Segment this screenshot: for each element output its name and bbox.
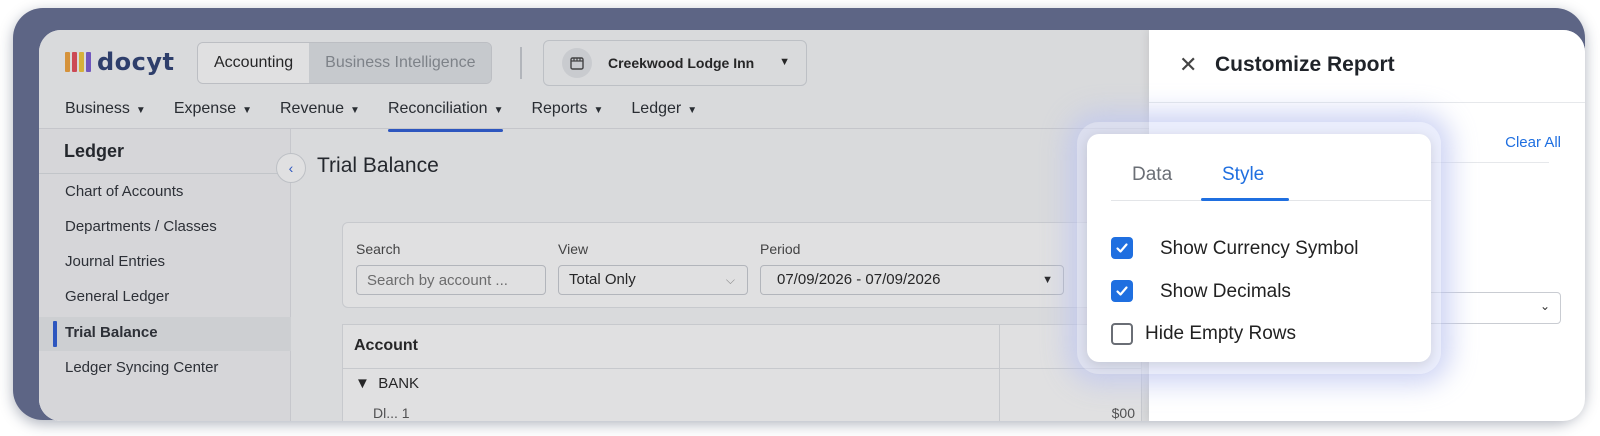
tab-business-intelligence[interactable]: Business Intelligence (309, 43, 492, 83)
check-icon (1116, 243, 1128, 253)
close-icon[interactable]: ✕ (1179, 53, 1197, 78)
caret-down-icon: ▼ (355, 375, 370, 392)
nav-business-label: Business (65, 100, 130, 117)
sidebar: Ledger Chart of Accounts Departments / C… (39, 129, 291, 421)
sidebar-item-departments-classes[interactable]: Departments / Classes (65, 218, 217, 235)
business-selector[interactable]: Creekwood Lodge Inn ▼ (543, 40, 807, 86)
hide-empty-rows-checkbox[interactable] (1111, 323, 1133, 345)
search-label: Search (356, 241, 401, 257)
nav-expense[interactable]: Expense ▼ (160, 96, 266, 128)
sidebar-active-indicator (53, 321, 57, 347)
sidebar-item-general-ledger[interactable]: General Ledger (65, 288, 169, 305)
check-icon (1116, 286, 1128, 296)
period-value: 07/09/2026 - 07/09/2026 (777, 271, 941, 288)
table-header: Account (343, 325, 1141, 369)
table-row-label: Dl... 1 (373, 405, 410, 421)
nav-reports[interactable]: Reports ▼ (517, 96, 617, 128)
logo-mark-icon (65, 52, 91, 72)
group-label: BANK (378, 375, 420, 392)
show-currency-symbol-checkbox[interactable] (1111, 237, 1133, 259)
column-header-account: Account (354, 337, 418, 354)
page-title: Trial Balance (317, 154, 439, 177)
column-divider (999, 325, 1000, 421)
header-divider (520, 47, 522, 79)
period-picker[interactable]: 07/09/2026 - 07/09/2026 ▼ (760, 265, 1064, 295)
chevron-down-icon: ▼ (779, 56, 790, 68)
logo-text: docyt (97, 48, 175, 76)
tab-accounting[interactable]: Accounting (198, 43, 310, 83)
drawer-divider (1149, 102, 1585, 103)
store-icon (562, 48, 592, 78)
view-select-value: Total Only (569, 271, 636, 288)
sidebar-item-ledger-syncing-center[interactable]: Ledger Syncing Center (65, 359, 218, 376)
main-nav: Business ▼ Expense ▼ Revenue ▼ Reconciliati… (51, 96, 711, 132)
table-group-row[interactable]: ▼ BANK (355, 375, 419, 392)
view-label: View (558, 241, 589, 257)
sidebar-divider (39, 173, 291, 174)
device-frame: docyt Accounting Business Intelligence C… (13, 8, 1585, 421)
caret-down-icon: ▼ (593, 105, 604, 116)
trial-balance-table: Account ▼ BANK Dl... 1 $00 (342, 324, 1142, 421)
app-screen: docyt Accounting Business Intelligence C… (39, 30, 1585, 421)
nav-business[interactable]: Business ▼ (51, 96, 160, 128)
show-decimals-label: Show Decimals (1160, 281, 1291, 302)
sidebar-item-chart-of-accounts[interactable]: Chart of Accounts (65, 183, 183, 200)
filter-card: Search View Total Only ⌵ Period 07/09/202… (342, 222, 1142, 308)
nav-reports-label: Reports (531, 100, 588, 117)
logo[interactable]: docyt (65, 48, 175, 76)
style-options-popover: Data Style Show Currency Symbol Show Dec… (1087, 134, 1431, 362)
caret-down-icon: ▼ (493, 105, 504, 116)
search-input[interactable] (356, 265, 546, 295)
sidebar-title: Ledger (64, 141, 125, 161)
view-select[interactable]: Total Only ⌵ (558, 265, 748, 295)
period-label: Period (760, 241, 801, 257)
active-tab-indicator (1201, 198, 1289, 201)
caret-down-icon: ▼ (135, 105, 146, 116)
nav-reconciliation-label: Reconciliation (387, 100, 488, 117)
nav-revenue-label: Revenue (280, 100, 345, 117)
caret-down-icon: ▼ (1042, 274, 1053, 286)
mode-switcher: Accounting Business Intelligence (197, 42, 493, 84)
business-name: Creekwood Lodge Inn (608, 55, 755, 71)
caret-down-icon: ▼ (687, 105, 698, 116)
nav-expense-label: Expense (173, 100, 237, 117)
collapse-sidebar-button[interactable]: ‹ (276, 153, 306, 183)
drawer-title: Customize Report (1215, 53, 1395, 76)
nav-ledger[interactable]: Ledger ▼ (617, 96, 711, 128)
sidebar-item-trial-balance[interactable]: Trial Balance (65, 324, 158, 341)
sidebar-item-journal-entries[interactable]: Journal Entries (65, 253, 165, 270)
show-decimals-checkbox[interactable] (1111, 280, 1133, 302)
tab-data[interactable]: Data (1132, 164, 1172, 186)
show-currency-symbol-label: Show Currency Symbol (1160, 238, 1359, 259)
nav-reconciliation[interactable]: Reconciliation ▼ (374, 96, 518, 132)
chevron-left-icon: ‹ (288, 160, 294, 176)
nav-ledger-label: Ledger (631, 100, 682, 117)
nav-revenue[interactable]: Revenue ▼ (266, 96, 374, 128)
clear-all-button[interactable]: Clear All (1505, 134, 1561, 151)
caret-down-icon: ▼ (242, 105, 252, 116)
chevron-down-icon: ⌄ (1539, 299, 1550, 313)
table-row-amount: $00 (1111, 405, 1135, 421)
app-background: docyt Accounting Business Intelligence C… (39, 30, 1585, 421)
caret-down-icon: ▼ (350, 105, 360, 116)
hide-empty-rows-label: Hide Empty Rows (1145, 323, 1296, 344)
chevron-down-icon: ⌵ (725, 273, 735, 287)
tab-style[interactable]: Style (1222, 164, 1264, 186)
